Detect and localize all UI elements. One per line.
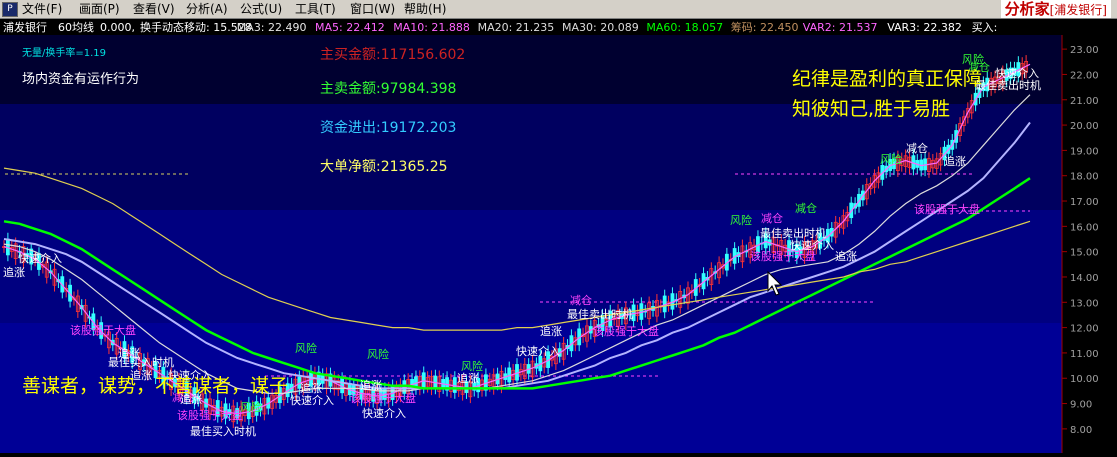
menu-view-screen[interactable]: 画面(P) xyxy=(79,1,120,17)
signal-label: 该股强于大盘 xyxy=(593,324,659,338)
axis-tick-label: 10.00 xyxy=(1070,374,1099,385)
slogan-line-1: 纪律是盈利的真正保障 xyxy=(792,68,982,90)
buy-amount: 主买金额:117156.602 xyxy=(320,47,465,63)
indicator-value: MA20: 21.235 xyxy=(478,21,555,34)
axis-tick-label: 21.00 xyxy=(1070,96,1099,107)
chart-area[interactable]: 23.00 22.00 21.00 20.00 19.00 18.00 17.00 16.00… xyxy=(0,19,1117,453)
axis-tick-label: 17.00 xyxy=(1070,197,1099,208)
indicator-value: 换手动态移动: 15.528 xyxy=(140,20,252,34)
signal-label: 减仓 xyxy=(795,201,817,215)
indicator-value: 买入: xyxy=(972,21,998,34)
axis-tick-label: 23.00 xyxy=(1070,45,1099,56)
signal-label: 最佳卖出时机 xyxy=(567,307,633,321)
signal-label: 快速介入 xyxy=(290,394,334,407)
price-chart[interactable]: 23.00 22.00 21.00 20.00 19.00 18.00 17.00 16.00… xyxy=(0,19,1117,453)
signal-label: 该股强于大盘 xyxy=(70,323,136,337)
indicator-value: VAR2: 21.537 xyxy=(803,21,878,34)
axis-tick-label: 22.00 xyxy=(1070,70,1099,81)
signal-label: 追涨 xyxy=(300,381,322,395)
signal-label: 减仓 xyxy=(906,141,928,155)
signal-label: 该股强于大盘 xyxy=(350,391,416,405)
stock-name: 浦发银行 xyxy=(3,20,47,34)
signal-label: 风险 xyxy=(880,152,902,166)
indicator-value: MA10: 21.888 xyxy=(393,21,470,34)
fund-flow: 资金进出:19172.203 xyxy=(320,120,456,136)
indicator-value: MA60: 18.057 xyxy=(646,21,723,34)
signal-label: 追涨 xyxy=(3,265,25,279)
signal-label: 追涨 xyxy=(360,378,382,392)
menu-bar: P 文件(F) 画面(P) 查看(V) 分析(A) 公式(U) 工具(T) 窗口… xyxy=(0,0,1117,19)
axis-tick-label: 8.00 xyxy=(1070,425,1092,436)
signal-label: 减仓 xyxy=(570,293,592,307)
indicator-value: MA30: 20.089 xyxy=(562,21,639,34)
signal-label: 该股强于大盘 xyxy=(177,408,243,422)
axis-tick-label: 16.00 xyxy=(1070,222,1099,233)
sell-amount: 主卖金额:97984.398 xyxy=(320,81,456,97)
signal-label: 减仓 xyxy=(761,211,783,225)
slogan-line-2: 知彼知己,胜于易胜 xyxy=(792,98,950,120)
candle-body xyxy=(452,377,457,393)
axis-tick-label: 13.00 xyxy=(1070,298,1099,309)
axis-tick-label: 15.00 xyxy=(1070,248,1099,259)
menu-help[interactable]: 帮助(H) xyxy=(404,1,446,17)
signal-label: 最佳买入时机 xyxy=(108,355,174,369)
period-label: 60均线 xyxy=(58,20,94,34)
signal-label: 追涨 xyxy=(457,371,479,385)
signal-label: 追涨 xyxy=(835,249,857,263)
candle-body xyxy=(421,372,426,388)
axis-tick-label: 11.00 xyxy=(1070,349,1099,360)
first-value: 0.000, xyxy=(100,21,135,34)
signal-label: 该股强于大盘 xyxy=(914,202,980,216)
signal-label: 快速介入 xyxy=(516,345,560,358)
menu-tools[interactable]: 工具(T) xyxy=(295,1,336,17)
indicator-value: VAR3: 22.382 xyxy=(887,21,962,34)
signal-label: 最佳卖出时机 xyxy=(975,78,1041,92)
axis-tick-label: 18.00 xyxy=(1070,172,1099,183)
app-name: 分析家 xyxy=(1004,0,1050,18)
signal-label: 风险 xyxy=(730,213,752,227)
axis-tick-label: 20.00 xyxy=(1070,121,1099,132)
big-order: 大单净额:21365.25 xyxy=(320,159,448,175)
signal-label: 追涨 xyxy=(540,324,562,338)
band-middle xyxy=(0,210,1062,323)
indicator-value: MA3: 22.490 xyxy=(237,21,307,34)
app-title: 分析家[浦发银行] xyxy=(1000,0,1111,18)
menu-analysis[interactable]: 分析(A) xyxy=(186,1,228,17)
menu-file[interactable]: 文件(F) xyxy=(22,1,62,17)
signal-label: 风险 xyxy=(461,359,483,373)
menu-view[interactable]: 查看(V) xyxy=(133,1,175,17)
axis-tick-label: 9.00 xyxy=(1070,400,1092,411)
slogan-line-3: 善谋者，谋势，不善谋者，谋子 xyxy=(22,375,288,397)
menu-window[interactable]: 窗口(W) xyxy=(350,1,395,17)
indicator-value: MA5: 22.412 xyxy=(315,21,385,34)
axis-tick-label: 12.00 xyxy=(1070,324,1099,335)
signal-label: 追涨 xyxy=(944,154,966,168)
axis-tick-label: 14.00 xyxy=(1070,273,1099,284)
signal-label: 最佳买入时机 xyxy=(190,424,256,438)
signal-label: 风险 xyxy=(295,341,317,355)
menu-formula[interactable]: 公式(U) xyxy=(240,1,282,17)
app-logo-icon[interactable]: P xyxy=(2,2,18,17)
indicator-row: 换手动态移动: 15.528MA3: 22.490 MA5: 22.412 MA10… xyxy=(140,20,997,34)
signal-label: 风险 xyxy=(240,400,262,414)
price-axis-bg xyxy=(1062,19,1117,453)
signal-label: 快速介入 xyxy=(362,407,406,420)
signal-label: 快速介入 xyxy=(18,252,62,265)
indicator-value: 筹码: 22.450 xyxy=(731,20,799,34)
signal-label: 风险 xyxy=(367,347,389,361)
axis-tick-label: 19.00 xyxy=(1070,146,1099,157)
fund-note: 场内资金有运作行为 xyxy=(22,71,139,87)
signal-label: 该股强于大盘 xyxy=(750,249,816,263)
signal-label: 快速介入 xyxy=(995,67,1039,80)
signal-label: 最佳卖出时机 xyxy=(760,226,826,240)
app-stock-name: [浦发银行] xyxy=(1049,3,1107,17)
turnover-label: 无量/换手率=1.19 xyxy=(22,46,106,59)
